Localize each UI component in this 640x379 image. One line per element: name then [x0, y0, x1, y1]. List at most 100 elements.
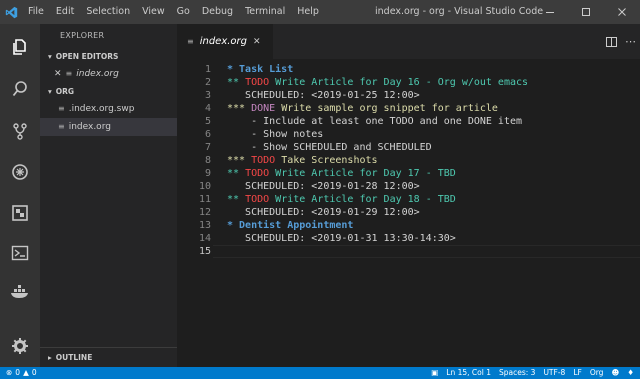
menu-terminal[interactable]: Terminal	[239, 0, 291, 24]
minimize-button[interactable]	[532, 0, 568, 24]
docker-button[interactable]	[0, 277, 40, 307]
bell-icon[interactable]: ♦	[627, 367, 634, 379]
language-mode[interactable]: Org	[590, 367, 604, 379]
line-content: SCHEDULED: <2019-01-28 12:00>	[227, 180, 420, 193]
code-line[interactable]: 7 - Show SCHEDULED and SCHEDULED	[177, 141, 640, 154]
line-number: 14	[198, 233, 211, 244]
open-editor-item[interactable]: ✕ ≡ index.org	[40, 65, 177, 83]
menu-help[interactable]: Help	[291, 0, 325, 24]
gear-icon	[12, 338, 28, 354]
source-control-button[interactable]	[0, 116, 40, 146]
code-line[interactable]: 5 - Include at least one TODO and one DO…	[177, 115, 640, 128]
close-window-button[interactable]	[604, 0, 640, 24]
line-number: 15	[198, 246, 211, 257]
code-line[interactable]: 15	[177, 245, 640, 258]
line-content: *** TODO Take Screenshots	[227, 154, 378, 167]
outline-section[interactable]: ▸ OUTLINE	[40, 347, 177, 367]
line-number: 6	[204, 129, 211, 140]
tab-index-org[interactable]: ≡ index.org ✕	[177, 24, 273, 59]
encoding[interactable]: UTF-8	[543, 367, 565, 379]
chevron-down-icon: ▾	[48, 87, 52, 96]
menu-edit[interactable]: Edit	[50, 0, 80, 24]
file-lines-icon: ≡	[58, 122, 65, 131]
file-name: .index.org.swp	[68, 104, 135, 114]
minimize-icon	[546, 12, 554, 13]
code-line[interactable]: 10 SCHEDULED: <2019-01-28 12:00>	[177, 180, 640, 193]
line-number: 5	[204, 116, 211, 127]
split-editor-button[interactable]	[606, 32, 617, 51]
menu-file[interactable]: File	[22, 0, 50, 24]
split-editor-icon	[606, 37, 617, 47]
tab-label: index.org	[199, 36, 247, 47]
menu-view[interactable]: View	[136, 0, 171, 24]
debug-icon	[12, 164, 28, 180]
code-line[interactable]: 11 ** TODO Write Article for Day 18 - TBD	[177, 193, 640, 206]
line-content: SCHEDULED: <2019-01-31 13:30-14:30>	[227, 232, 456, 245]
sync-icon[interactable]: ▣	[431, 367, 438, 379]
code-line[interactable]: 12 SCHEDULED: <2019-01-29 12:00>	[177, 206, 640, 219]
code-line[interactable]: 2 ** TODO Write Article for Day 16 - Org …	[177, 76, 640, 89]
open-editors-label: OPEN EDITORS	[55, 52, 119, 61]
line-content: ** TODO Write Article for Day 16 - Org w…	[227, 76, 528, 89]
code-line[interactable]: 9 ** TODO Write Article for Day 17 - TBD	[177, 167, 640, 180]
code-line[interactable]: 14 SCHEDULED: <2019-01-31 13:30-14:30>	[177, 232, 640, 245]
smiley-feedback-icon[interactable]: ☻	[611, 367, 619, 379]
menu-go[interactable]: Go	[171, 0, 196, 24]
close-tab-icon[interactable]: ✕	[253, 37, 261, 47]
close-editor-icon[interactable]: ✕	[54, 65, 62, 83]
code-token: SCHEDULED: <2019-01-28 12:00>	[227, 181, 420, 192]
code-line[interactable]: 8 *** TODO Take Screenshots	[177, 154, 640, 167]
line-number: 7	[204, 142, 211, 153]
code-line[interactable]: 4 *** DONE Write sample org snippet for a…	[177, 102, 640, 115]
open-editors-section[interactable]: ▾ OPEN EDITORS	[40, 48, 177, 65]
file-lines-icon: ≡	[187, 37, 194, 46]
line-content: - Show SCHEDULED and SCHEDULED	[227, 141, 432, 154]
extensions-button[interactable]	[0, 198, 40, 228]
menu-selection[interactable]: Selection	[80, 0, 136, 24]
file-item[interactable]: ≡ .index.org.swp	[40, 100, 177, 118]
chevron-right-icon: ▸	[48, 352, 52, 362]
folder-label: ORG	[55, 87, 75, 96]
code-token: ***	[227, 103, 252, 114]
settings-button[interactable]	[0, 331, 40, 361]
end-of-line[interactable]: LF	[573, 367, 582, 379]
error-count: 0	[15, 368, 21, 377]
code-line[interactable]: 3 SCHEDULED: <2019-01-25 12:00>	[177, 89, 640, 102]
maximize-button[interactable]	[568, 0, 604, 24]
terminal-button[interactable]	[0, 238, 40, 268]
code-line[interactable]: 1 * Task List	[177, 63, 640, 76]
chevron-down-icon: ▾	[48, 52, 52, 61]
debug-button[interactable]	[0, 157, 40, 187]
line-number: 13	[198, 220, 211, 231]
explorer-button[interactable]	[0, 32, 40, 62]
line-number: 1	[204, 64, 211, 75]
window-title: index.org - org - Visual Studio Code	[375, 6, 544, 17]
indentation[interactable]: Spaces: 3	[499, 367, 535, 379]
line-content: * Dentist Appointment	[227, 219, 353, 232]
menu-bar: File Edit Selection View Go Debug Termin…	[22, 0, 325, 24]
code-token: SCHEDULED: <2019-01-31 13:30-14:30>	[227, 233, 456, 244]
problems-indicator[interactable]: ⊗ 0 ▲ 0	[6, 367, 37, 379]
line-number: 4	[204, 103, 211, 114]
cursor-position[interactable]: Ln 15, Col 1	[446, 367, 491, 379]
code-token: TODO	[245, 194, 270, 205]
line-number: 3	[204, 90, 211, 101]
docker-icon	[11, 285, 28, 298]
code-token: * Dentist Appointment	[227, 220, 354, 231]
ellipsis-icon: ⋯	[625, 35, 636, 48]
search-button[interactable]	[0, 74, 40, 104]
menu-debug[interactable]: Debug	[196, 0, 239, 24]
file-lines-icon: ≡	[58, 104, 65, 113]
sidebar-title: EXPLORER	[60, 31, 105, 40]
code-token: SCHEDULED: <2019-01-29 12:00>	[227, 207, 420, 218]
line-content: - Include at least one TODO and one DONE…	[227, 115, 522, 128]
file-item-selected[interactable]: ≡ index.org	[40, 118, 177, 136]
more-actions-button[interactable]: ⋯	[625, 35, 636, 48]
code-editor[interactable]: 1 * Task List 2 ** TODO Write Article for D…	[177, 59, 640, 367]
folder-section-org[interactable]: ▾ ORG	[40, 83, 177, 100]
window-controls	[532, 0, 640, 24]
code-line[interactable]: 13 * Dentist Appointment	[177, 219, 640, 232]
extensions-icon	[12, 205, 28, 221]
line-number: 2	[204, 77, 211, 88]
code-line[interactable]: 6 - Show notes	[177, 128, 640, 141]
